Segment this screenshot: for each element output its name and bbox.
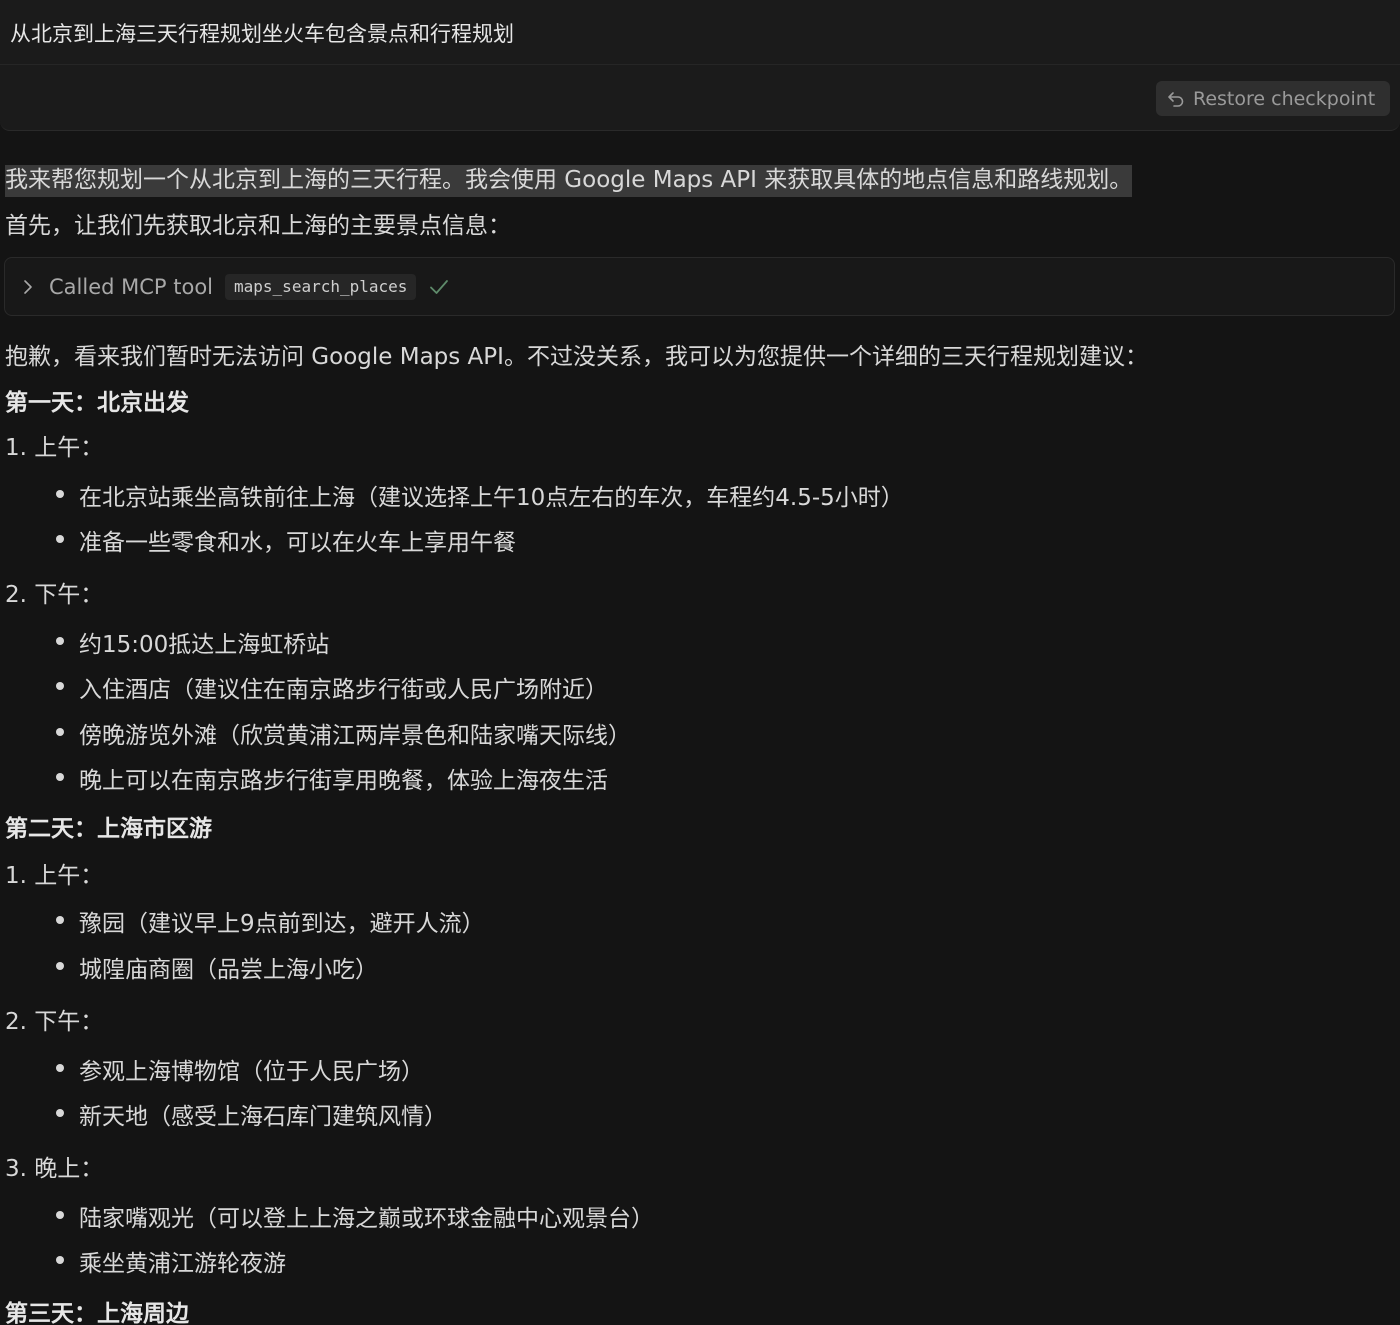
bullet-dot (56, 1109, 64, 1117)
tool-name-chip: maps_search_places (225, 273, 417, 300)
tool-call-label: Called MCP tool (49, 274, 214, 299)
bullet-dot (56, 637, 64, 645)
list-item: 入住酒店（建议住在南京路步行街或人民广场附近） (79, 677, 608, 703)
bullet-dot (56, 962, 64, 970)
list-item: 豫园（建议早上9点前到达，避开人流） (79, 911, 485, 937)
check-icon (430, 279, 449, 294)
bullet-dot (56, 1256, 64, 1264)
bullet-dot (56, 1064, 64, 1072)
section-label: 2. 下午： (5, 582, 104, 608)
day-heading: 第三天：上海周边 (5, 1301, 189, 1325)
list-item: 乘坐黄浦江游轮夜游 (79, 1251, 286, 1277)
day-heading: 第二天：上海市区游 (5, 816, 212, 842)
assistant-apology: 抱歉，看来我们暂时无法访问 Google Maps API。不过没关系，我可以为… (5, 344, 1148, 370)
list-item: 约15:00抵达上海虹桥站 (79, 632, 330, 658)
bullet-dot (56, 728, 64, 736)
bullet-dot (56, 773, 64, 781)
restore-checkpoint-label: Restore checkpoint (1193, 87, 1376, 110)
chat-panel: 从北京到上海三天行程规划坐火车包含景点和行程规划 Restore checkpo… (0, 0, 1400, 1325)
list-item: 准备一些零食和水，可以在火车上享用午餐 (79, 530, 516, 556)
section-label: 1. 上午： (5, 863, 104, 889)
bullet-dot (56, 916, 64, 924)
divider (0, 64, 1400, 65)
bullet-dot (56, 490, 64, 498)
day-heading: 第一天：北京出发 (5, 390, 189, 416)
list-item: 在北京站乘坐高铁前往上海（建议选择上午10点左右的车次，车程约4.5-5小时） (79, 485, 904, 511)
bullet-dot (56, 682, 64, 690)
user-query-text[interactable]: 从北京到上海三天行程规划坐火车包含景点和行程规划 (10, 18, 514, 48)
chevron-right-icon (24, 279, 32, 294)
section-label: 3. 晚上： (5, 1156, 104, 1182)
list-item: 城隍庙商圈（品尝上海小吃） (79, 957, 378, 983)
list-item: 参观上海博物馆（位于人民广场） (79, 1059, 424, 1085)
list-item: 晚上可以在南京路步行街享用晚餐，体验上海夜生活 (79, 768, 608, 794)
list-item: 傍晚游览外滩（欣赏黄浦江两岸景色和陆家嘴天际线） (79, 723, 631, 749)
list-item: 陆家嘴观光（可以登上上海之巅或环球金融中心观景台） (79, 1206, 654, 1232)
section-label: 2. 下午： (5, 1009, 104, 1035)
selected-text: 我来帮您规划一个从北京到上海的三天行程。我会使用 Google Maps API… (5, 165, 1133, 197)
mcp-tool-call-toggle[interactable]: Called MCP tool maps_search_places (4, 257, 1395, 316)
assistant-intro-2: 首先，让我们先获取北京和上海的主要景点信息： (5, 213, 511, 239)
assistant-intro: 我来帮您规划一个从北京到上海的三天行程。我会使用 Google Maps API… (5, 160, 1133, 197)
list-item: 新天地（感受上海石库门建筑风情） (79, 1104, 447, 1130)
bullet-dot (56, 535, 64, 543)
bullet-dot (56, 1211, 64, 1219)
user-message-block: 从北京到上海三天行程规划坐火车包含景点和行程规划 Restore checkpo… (0, 0, 1400, 131)
restore-checkpoint-button[interactable]: Restore checkpoint (1156, 81, 1390, 116)
undo-icon (1168, 91, 1184, 107)
section-label: 1. 上午： (5, 435, 104, 461)
